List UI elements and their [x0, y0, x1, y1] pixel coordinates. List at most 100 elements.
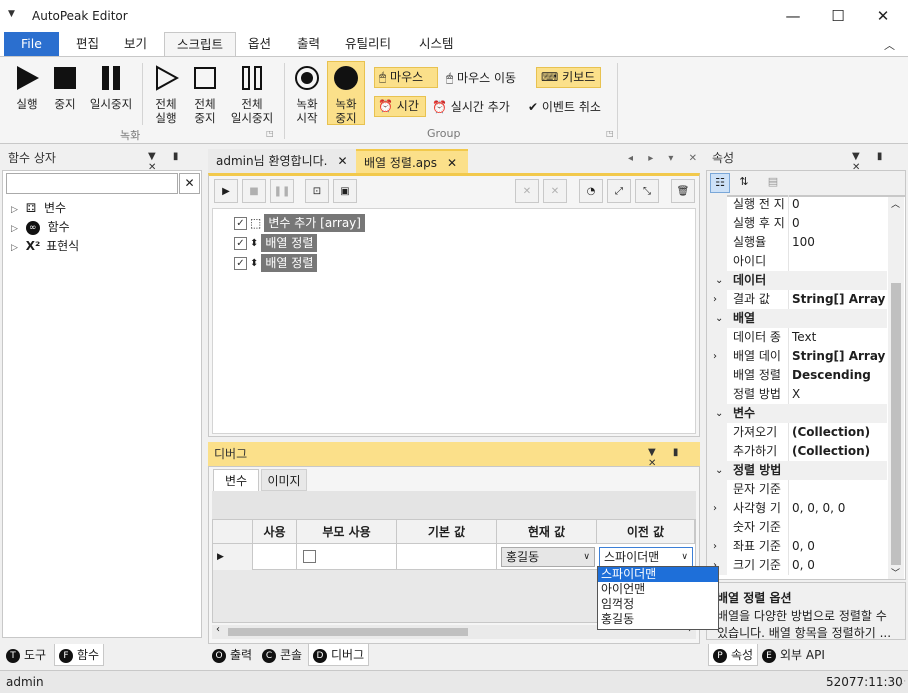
- run-button[interactable]: 실행: [10, 65, 44, 111]
- script-node-0[interactable]: ✓ ⬚ 변수 추가 [array]: [234, 214, 365, 232]
- cell-parent-use[interactable]: [297, 544, 397, 570]
- property-value[interactable]: 0, 0: [792, 556, 815, 575]
- property-row[interactable]: 실행 전 지 0: [707, 195, 887, 214]
- clear-search-button[interactable]: ✕: [179, 173, 200, 194]
- collapse-arrow-icon[interactable]: ⌄: [715, 461, 723, 480]
- property-value[interactable]: String[] Array: [792, 290, 885, 309]
- tab-properties[interactable]: P 속성: [708, 644, 759, 666]
- tab-view[interactable]: 보기: [112, 32, 159, 56]
- doc-tab-array-sort[interactable]: 배열 정렬.aps ✕: [356, 149, 468, 173]
- tab-edit[interactable]: 편집: [64, 32, 111, 56]
- property-row[interactable]: 데이터 종 Text: [707, 328, 887, 347]
- close-button[interactable]: ✕: [860, 0, 906, 32]
- maximize-button[interactable]: ☐: [815, 0, 861, 32]
- collapse-ribbon-icon[interactable]: ︿: [884, 37, 895, 53]
- col-header-parent-use[interactable]: 부모 사용: [297, 520, 397, 544]
- stop-button[interactable]: 중지: [48, 65, 82, 111]
- editor-collapse-button[interactable]: ⤡: [635, 179, 659, 203]
- categorized-icon[interactable]: ☷: [710, 173, 730, 193]
- editor-expand-button[interactable]: ⤢: [607, 179, 631, 203]
- tab-functions[interactable]: F 함수: [54, 644, 105, 666]
- script-node-2[interactable]: ✓ ⬍ 배열 정렬: [234, 254, 318, 272]
- tab-output-panel[interactable]: O 출력: [212, 644, 252, 666]
- tree-item-expression[interactable]: ▷ X² 표현식: [11, 237, 79, 254]
- property-value[interactable]: 0, 0, 0, 0: [792, 499, 845, 518]
- scroll-thumb[interactable]: [228, 628, 468, 636]
- editor-run-button[interactable]: ▶: [214, 179, 238, 203]
- property-category[interactable]: ⌄ 정렬 방법: [707, 461, 887, 480]
- stop-all-button[interactable]: 전체 중지: [188, 65, 222, 125]
- tab-debug[interactable]: D 디버그: [308, 644, 370, 666]
- dropdown-option[interactable]: 스파이더맨: [598, 567, 718, 582]
- expand-arrow-icon[interactable]: ›: [713, 290, 717, 309]
- property-value[interactable]: String[] Array: [792, 347, 885, 366]
- expand-arrow-icon[interactable]: ›: [713, 347, 717, 366]
- current-value-combo[interactable]: 홍길동 ∨: [501, 547, 595, 567]
- record-start-button[interactable]: 녹화 시작: [290, 65, 324, 125]
- tab-file[interactable]: File: [4, 32, 59, 56]
- alphabetical-icon[interactable]: ⇅: [734, 173, 754, 193]
- doc-tab-welcome[interactable]: admin님 환영합니다. ✕: [208, 149, 356, 173]
- property-value[interactable]: (Collection): [792, 442, 870, 461]
- event-cancel-toggle[interactable]: ✔ 이벤트 취소: [528, 98, 601, 115]
- mouse-toggle[interactable]: 🖱 마우스: [374, 67, 438, 88]
- dialog-launcher-icon[interactable]: ◳: [606, 129, 614, 138]
- property-row[interactable]: › 사각형 기 0, 0, 0, 0: [707, 499, 887, 518]
- node-checkbox[interactable]: ✓: [234, 216, 247, 230]
- tab-images[interactable]: 이미지: [261, 469, 307, 491]
- col-header-current[interactable]: 현재 값: [497, 520, 597, 544]
- property-row[interactable]: 정렬 방법 X: [707, 385, 887, 404]
- row-selector-icon[interactable]: ▶: [213, 544, 253, 570]
- cell-use[interactable]: [253, 544, 297, 570]
- col-header-previous[interactable]: 이전 값: [597, 520, 695, 544]
- col-header-use[interactable]: 사용: [253, 520, 297, 544]
- property-vscroll[interactable]: ︿ ﹀: [888, 197, 904, 579]
- property-row[interactable]: › 좌표 기준 0, 0: [707, 537, 887, 556]
- pause-button[interactable]: 일시중지: [86, 65, 136, 111]
- resize-grip-icon[interactable]: ⋰: [898, 679, 906, 688]
- property-row[interactable]: 추가하기 (Collection): [707, 442, 887, 461]
- tab-utility[interactable]: 유틸리티: [333, 32, 403, 56]
- property-value[interactable]: 0: [792, 195, 800, 214]
- property-category[interactable]: ⌄ 변수: [707, 404, 887, 423]
- property-value[interactable]: Descending: [792, 366, 871, 385]
- tab-output[interactable]: 출력: [285, 32, 332, 56]
- editor-stop-button[interactable]: ■: [242, 179, 266, 203]
- property-category[interactable]: ⌄ 배열: [707, 309, 887, 328]
- editor-pause-button[interactable]: ❚❚: [270, 179, 294, 203]
- property-row[interactable]: 배열 정렬 Descending: [707, 366, 887, 385]
- collapse-arrow-icon[interactable]: ⌄: [715, 309, 723, 328]
- dropdown-option[interactable]: 임꺽정: [598, 597, 718, 612]
- property-row[interactable]: 숫자 기준: [707, 518, 887, 537]
- tab-options[interactable]: 옵션: [236, 32, 283, 56]
- editor-remove-button[interactable]: ✕: [543, 179, 567, 203]
- editor-delete-button[interactable]: ✕: [515, 179, 539, 203]
- script-node-1[interactable]: ✓ ⬍ 배열 정렬: [234, 234, 318, 252]
- editor-trash-button[interactable]: 🗑: [671, 179, 695, 203]
- dialog-launcher-icon[interactable]: ◳: [266, 129, 274, 138]
- tab-variables[interactable]: 변수: [213, 469, 259, 491]
- tab-system[interactable]: 시스템: [407, 32, 466, 56]
- property-value[interactable]: 0, 0: [792, 537, 815, 556]
- system-menu-icon[interactable]: ▼: [8, 9, 15, 19]
- function-search-input[interactable]: [6, 173, 178, 194]
- property-value[interactable]: Text: [792, 328, 816, 347]
- expand-arrow-icon[interactable]: ›: [713, 537, 717, 556]
- parent-use-checkbox[interactable]: [303, 550, 316, 563]
- property-value[interactable]: (Collection): [792, 423, 870, 442]
- realtime-add-toggle[interactable]: ⏰ 실시간 추가: [432, 98, 510, 115]
- property-value[interactable]: 100: [792, 233, 815, 252]
- property-row[interactable]: › 배열 데이 String[] Array: [707, 347, 887, 366]
- property-value[interactable]: 0: [792, 214, 800, 233]
- collapse-arrow-icon[interactable]: ⌄: [715, 271, 723, 290]
- tab-external-api[interactable]: E 외부 API: [762, 644, 825, 666]
- property-row[interactable]: ›크기 기준0, 0: [707, 556, 887, 575]
- previous-value-dropdown[interactable]: 스파이더맨 아이언맨 임꺽정 홍길동: [597, 566, 719, 630]
- node-checkbox[interactable]: ✓: [234, 256, 247, 270]
- scroll-thumb[interactable]: [891, 283, 901, 565]
- cell-default[interactable]: [397, 544, 497, 570]
- property-pages-icon[interactable]: ▤: [763, 173, 783, 193]
- property-category[interactable]: ⌄ 데이터: [707, 271, 887, 290]
- tree-item-function[interactable]: ▷ ∞ 함수: [11, 218, 70, 235]
- node-checkbox[interactable]: ✓: [234, 236, 247, 250]
